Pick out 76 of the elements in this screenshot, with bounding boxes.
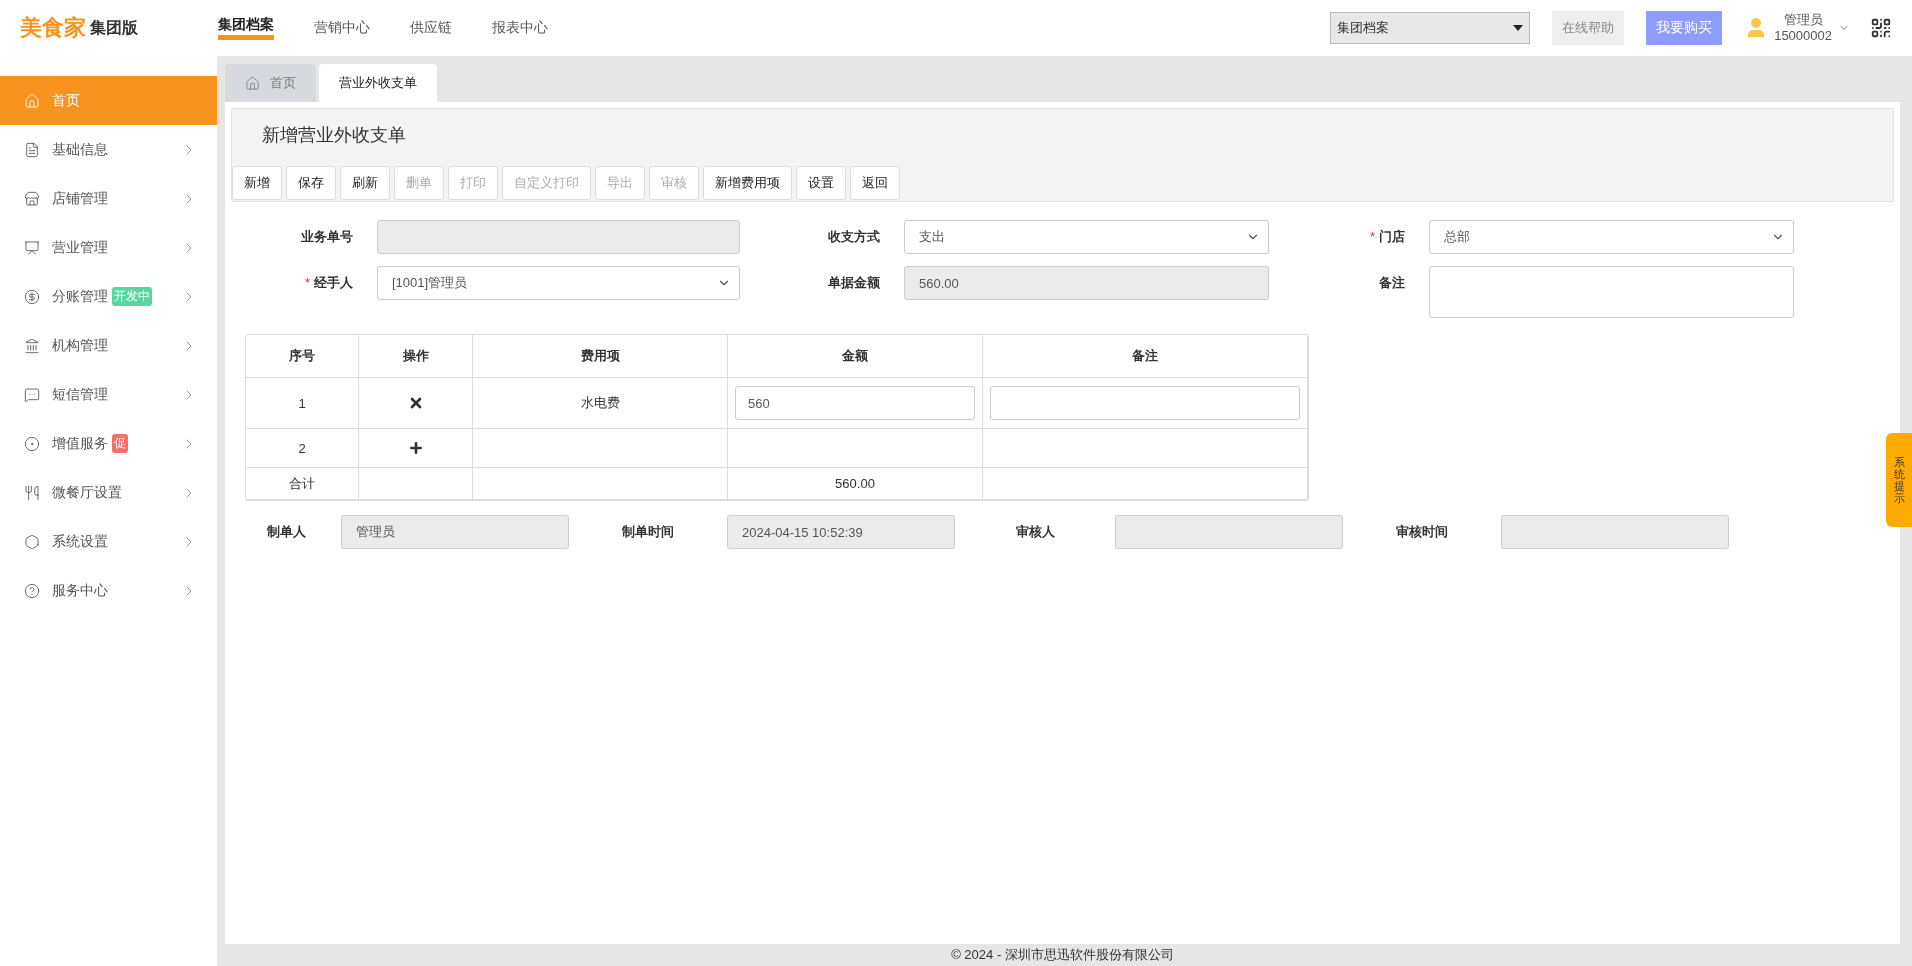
field-label: * 经手人	[303, 274, 353, 292]
sidebar-label: 微餐厅设置	[52, 483, 122, 502]
column-header: 备注	[983, 335, 1308, 378]
remark-input[interactable]	[990, 386, 1300, 420]
select-field[interactable]: 总部	[1429, 220, 1794, 254]
column-header: 费用项	[473, 335, 728, 378]
field-label: 备注	[1378, 274, 1405, 292]
toolbar-button[interactable]: 保存	[286, 166, 336, 200]
table-cell: 合计	[246, 468, 359, 500]
user-account: 15000002	[1774, 28, 1832, 44]
sidebar-label: 首页	[52, 91, 80, 110]
input-field: 2024-04-15 10:52:39	[727, 515, 955, 549]
sidebar-label: 系统设置	[52, 532, 108, 551]
field-label: 单据金额	[827, 274, 880, 292]
tag: 促	[112, 434, 128, 453]
toolbar-button[interactable]: 返回	[850, 166, 900, 200]
input-field: 管理员	[341, 515, 569, 549]
field-label: 审核时间	[1395, 523, 1449, 541]
menu-icon	[24, 386, 40, 403]
column-header: 金额	[728, 335, 983, 378]
select-field[interactable]: 支出	[904, 220, 1269, 254]
nav-link[interactable]: 供应链	[410, 19, 452, 37]
menu-icon	[24, 190, 40, 207]
qr-code-icon[interactable]	[1870, 17, 1892, 39]
input-field: 560.00	[904, 266, 1269, 300]
sidebar-label: 营业管理	[52, 238, 108, 257]
menu-icon	[24, 582, 40, 599]
field-label: 业务单号	[300, 228, 353, 246]
sidebar-label: 服务中心	[52, 581, 108, 600]
nav-link[interactable]: 报表中心	[492, 19, 548, 37]
sidebar-label: 短信管理	[52, 385, 108, 404]
tag: 开发中	[112, 287, 152, 306]
menu-icon	[24, 337, 40, 354]
table-cell: 1	[246, 378, 359, 429]
org-select[interactable]: 集团档案	[1330, 12, 1531, 44]
edition-label: 集团版	[90, 17, 138, 38]
menu-icon	[24, 92, 40, 109]
table-cell: 560.00	[728, 468, 983, 500]
select-field[interactable]: [1001]管理员	[377, 266, 740, 300]
menu-icon	[24, 239, 40, 256]
field-label: 制单时间	[621, 523, 675, 541]
table-cell: 2	[246, 429, 359, 468]
nav-link[interactable]: 集团档案	[218, 16, 274, 40]
copyright: © 2024 - 深圳市思迅软件股份有限公司	[950, 946, 1175, 964]
menu-icon	[24, 435, 40, 452]
sidebar-label: 分账管理	[52, 287, 108, 306]
field-label: 审核人	[1014, 523, 1056, 541]
tab[interactable]: 营业外收支单	[319, 64, 437, 102]
logo: 美食家	[20, 14, 86, 42]
user-role: 管理员	[1783, 12, 1823, 28]
menu-icon	[24, 484, 40, 501]
caret-icon	[1513, 25, 1524, 31]
sidebar-label: 店铺管理	[52, 189, 108, 208]
toolbar-button[interactable]: 新增费用项	[703, 166, 792, 200]
menu-icon	[24, 288, 40, 305]
table-cell: 水电费	[473, 378, 728, 429]
amount-input[interactable]: 560	[735, 386, 975, 420]
input-field[interactable]	[1429, 266, 1794, 318]
form-title: 新增营业外收支单	[261, 124, 407, 147]
notice-tab[interactable]: 系统提示	[1886, 433, 1912, 527]
sidebar-label: 增值服务	[52, 434, 108, 453]
toolbar-button[interactable]: 设置	[796, 166, 846, 200]
field-label: * 门店	[1368, 228, 1405, 246]
column-header: 序号	[246, 335, 359, 378]
home-icon	[245, 75, 260, 91]
sidebar-label: 基础信息	[52, 140, 108, 159]
field-label: 制单人	[265, 523, 307, 541]
menu-icon	[24, 533, 40, 550]
toolbar-button[interactable]: 刷新	[340, 166, 390, 200]
nav-link[interactable]: 营销中心	[314, 19, 370, 37]
field-label: 收支方式	[827, 228, 880, 246]
sidebar-label: 机构管理	[52, 336, 108, 355]
toolbar-button[interactable]: 新增	[232, 166, 282, 200]
menu-icon	[24, 141, 40, 158]
add-icon[interactable]	[407, 440, 424, 456]
column-header: 操作	[359, 335, 473, 378]
